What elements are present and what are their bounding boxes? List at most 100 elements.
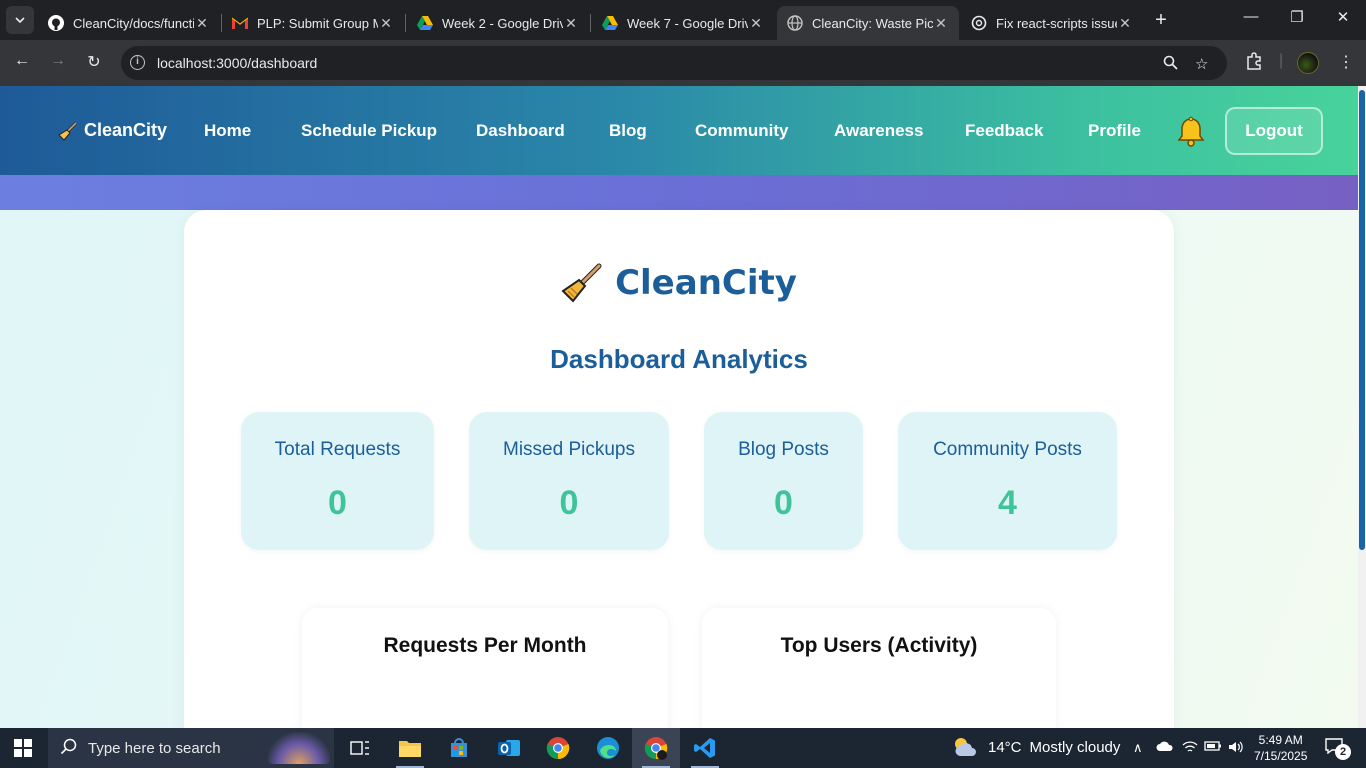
nav-link-home[interactable]: Home (204, 121, 251, 141)
url-text[interactable]: localhost:3000/dashboard (157, 55, 317, 71)
browser-tab[interactable]: CleanCity/docs/functi ✕ (38, 6, 220, 40)
bell-icon[interactable] (1176, 116, 1206, 148)
browser-toolbar: ← → ↻ i localhost:3000/dashboard ☆ | ⋮ (0, 40, 1366, 86)
onedrive-icon[interactable] (1156, 740, 1174, 755)
browser-tab[interactable]: Week 2 - Google Driv ✕ (407, 6, 589, 40)
close-icon[interactable]: ✕ (378, 15, 394, 32)
stat-label: Blog Posts (738, 439, 829, 460)
dashboard-brand-title: CleanCity (615, 263, 797, 303)
chart-card-requests-per-month: Requests Per Month (302, 608, 668, 728)
edge-icon[interactable] (584, 728, 632, 768)
close-icon[interactable]: ✕ (563, 15, 579, 32)
google-drive-icon (602, 15, 618, 31)
weather-temp: 14°C (988, 738, 1022, 756)
restore-icon[interactable]: ❐ (1285, 8, 1309, 26)
stat-value: 0 (559, 484, 579, 522)
tab-title: Week 7 - Google Driv (627, 15, 748, 31)
minimize-icon[interactable]: — (1239, 8, 1263, 25)
profile-avatar[interactable] (1297, 52, 1319, 74)
chevron-up-icon[interactable]: ∧ (1133, 740, 1143, 756)
google-drive-icon (417, 15, 433, 31)
stat-label: Missed Pickups (503, 439, 635, 460)
page-scrollbar[interactable] (1358, 86, 1366, 728)
stat-value: 0 (328, 484, 347, 522)
close-icon[interactable]: ✕ (748, 15, 764, 32)
nav-link-blog[interactable]: Blog (609, 121, 647, 141)
file-explorer-icon[interactable] (386, 728, 434, 768)
close-icon[interactable]: ✕ (194, 15, 210, 32)
browser-tab[interactable]: Week 7 - Google Driv ✕ (592, 6, 774, 40)
cloudy-weather-icon (955, 738, 976, 756)
weather-condition: Mostly cloudy (1029, 738, 1121, 756)
clock-date: 7/15/2025 (1254, 749, 1308, 763)
notification-badge: 2 (1335, 744, 1351, 760)
nav-brand-label: CleanCity (84, 120, 168, 140)
clock-time: 5:49 AM (1258, 733, 1303, 747)
battery-icon[interactable] (1204, 740, 1222, 755)
browser-tab[interactable]: PLP: Submit Group M ✕ (222, 6, 404, 40)
nav-brand[interactable]: CleanCity (58, 120, 167, 141)
tab-search-button[interactable] (6, 6, 34, 34)
app-navbar: CleanCity Home Schedule Pickup Dashboard… (0, 86, 1358, 175)
chevron-down-icon (15, 17, 25, 23)
page-viewport: CleanCity Home Schedule Pickup Dashboard… (0, 86, 1358, 728)
scrollbar-thumb[interactable] (1359, 90, 1365, 550)
nav-link-awareness[interactable]: Awareness (834, 121, 923, 141)
broom-icon (561, 263, 602, 303)
stat-card-total-requests: Total Requests 0 (241, 412, 434, 550)
vscode-icon[interactable] (681, 728, 729, 768)
nav-link-community[interactable]: Community (695, 121, 789, 141)
page-title: Dashboard Analytics (550, 344, 808, 374)
windows-taskbar: Type here to search 14°C Mostly cloudy ∧ (0, 728, 1366, 768)
taskbar-search-box[interactable]: Type here to search (48, 728, 334, 768)
notification-center-icon[interactable]: 2 (1325, 738, 1351, 760)
taskbar-clock[interactable]: 5:49 AM 7/15/2025 (1254, 732, 1307, 764)
tab-title: Week 2 - Google Driv (442, 15, 563, 31)
chart-title: Top Users (Activity) (780, 634, 978, 657)
weather-widget[interactable]: 14°C Mostly cloudy (952, 736, 1120, 758)
outlook-icon[interactable] (485, 728, 533, 768)
logout-button[interactable]: Logout (1225, 107, 1323, 155)
nav-link-dashboard[interactable]: Dashboard (476, 121, 565, 141)
chrome-icon[interactable] (534, 728, 582, 768)
browser-tab-bar: CleanCity/docs/functi ✕ PLP: Submit Grou… (0, 0, 1366, 40)
new-tab-button[interactable]: + (1150, 8, 1172, 32)
close-window-icon[interactable]: ✕ (1331, 8, 1355, 26)
gmail-icon (232, 15, 248, 31)
tab-title: CleanCity/docs/functi (73, 15, 194, 31)
back-arrow-icon[interactable]: ← (10, 52, 34, 70)
network-icon[interactable] (1182, 740, 1198, 757)
dashboard-card: CleanCity Dashboard Analytics Total Requ… (184, 210, 1174, 728)
nav-link-schedule-pickup[interactable]: Schedule Pickup (301, 121, 437, 141)
stat-label: Community Posts (933, 439, 1082, 460)
address-bar[interactable]: i localhost:3000/dashboard ☆ (121, 46, 1227, 80)
tab-title: Fix react-scripts issue (996, 15, 1117, 31)
stat-label: Total Requests (274, 439, 401, 460)
chrome-active-icon[interactable] (632, 728, 680, 768)
stat-value: 0 (774, 484, 793, 522)
site-info-icon[interactable]: i (130, 55, 145, 70)
nav-link-profile[interactable]: Profile (1088, 121, 1141, 141)
tab-title: CleanCity: Waste Pick (812, 15, 933, 31)
close-icon[interactable]: ✕ (933, 15, 949, 32)
forward-arrow-icon[interactable]: → (46, 52, 70, 70)
close-icon[interactable]: ✕ (1117, 15, 1133, 32)
nav-link-feedback[interactable]: Feedback (965, 121, 1043, 141)
more-menu-icon[interactable]: ⋮ (1338, 52, 1354, 72)
broom-icon (58, 121, 78, 141)
zoom-icon[interactable] (1163, 55, 1178, 74)
extensions-icon[interactable] (1245, 52, 1263, 75)
windows-start-icon[interactable] (14, 739, 32, 757)
microsoft-store-icon[interactable] (435, 728, 483, 768)
reload-icon[interactable]: ↻ (82, 52, 106, 72)
header-band (0, 175, 1358, 210)
chart-title: Requests Per Month (383, 634, 587, 657)
stat-card-missed-pickups: Missed Pickups 0 (469, 412, 669, 550)
search-icon (60, 738, 77, 755)
browser-tab[interactable]: Fix react-scripts issue ✕ (961, 6, 1143, 40)
browser-tab-active[interactable]: CleanCity: Waste Pick ✕ (777, 6, 959, 40)
bookmark-star-icon[interactable]: ☆ (1195, 55, 1208, 73)
task-view-icon[interactable] (336, 728, 384, 768)
stat-card-community-posts: Community Posts 4 (898, 412, 1117, 550)
volume-icon[interactable] (1228, 740, 1244, 757)
